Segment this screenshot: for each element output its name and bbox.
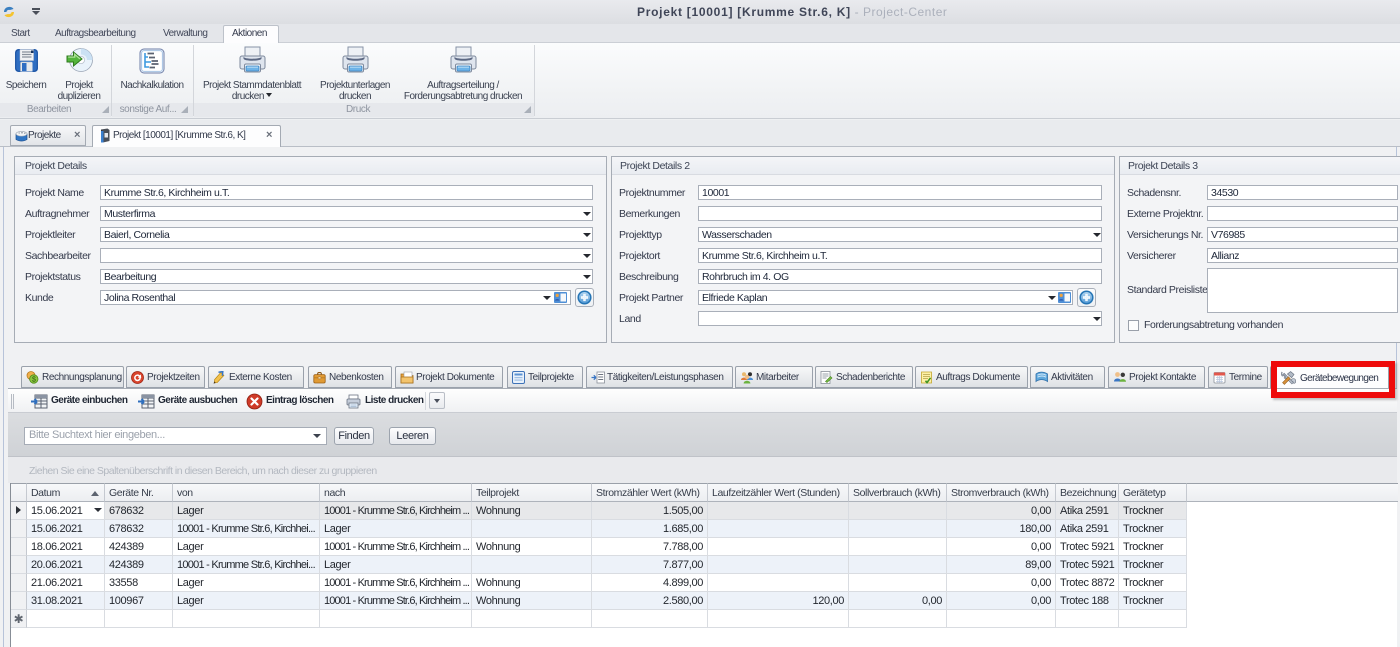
svg-text:$: $ [32, 377, 36, 384]
